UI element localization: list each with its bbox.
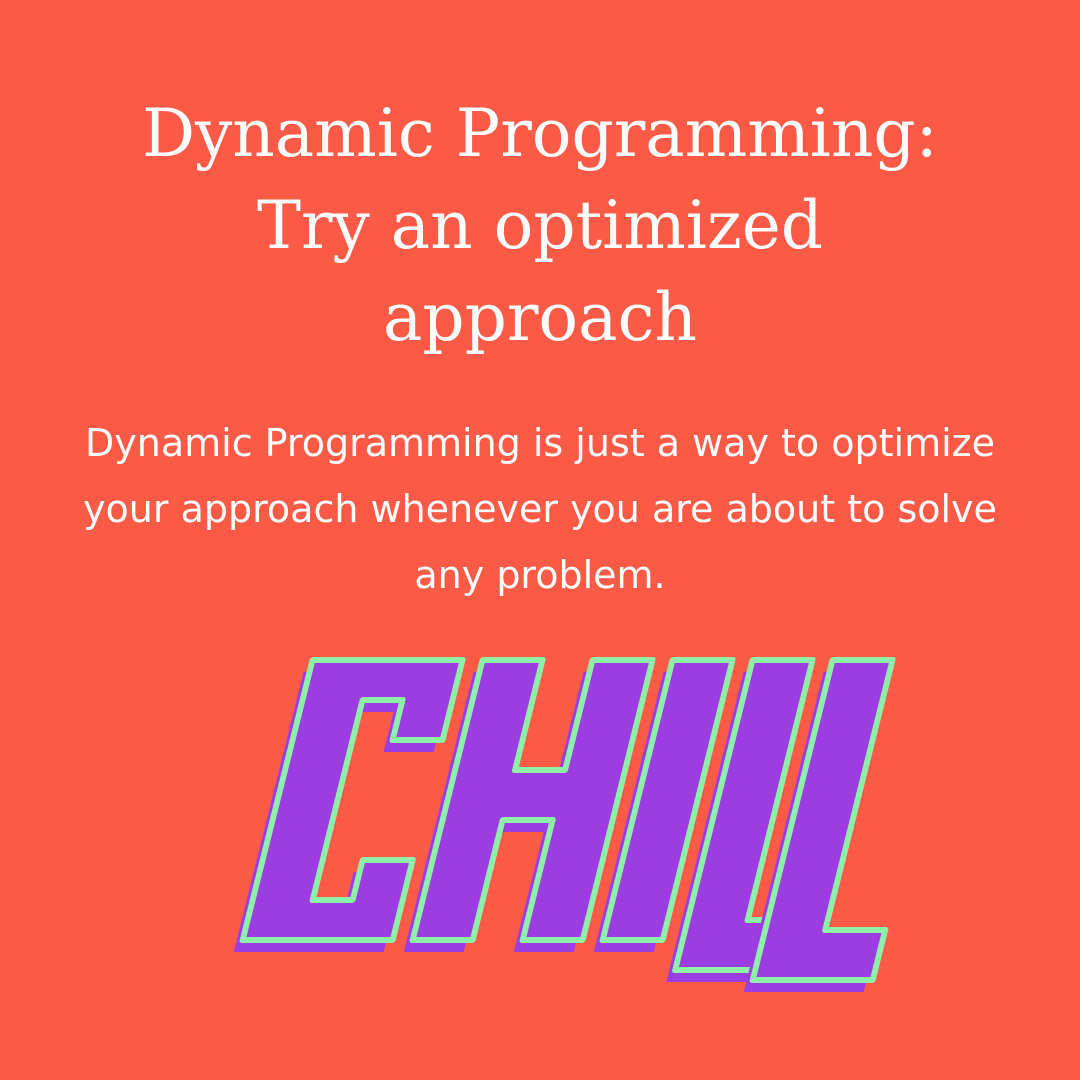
chill-logo-image (233, 657, 896, 992)
body-line-2: your approach whenever you are about to … (83, 487, 997, 531)
body-line-1: Dynamic Programming is just a way to opt… (85, 421, 995, 465)
title-line-3: approach (383, 279, 697, 356)
chill-graphic (190, 630, 910, 1050)
body-line-3: any problem. (414, 553, 666, 597)
title-line-2: Try an optimized (256, 187, 824, 264)
title-line-1: Dynamic Programming: (142, 95, 938, 172)
body-text: Dynamic Programming is just a way to opt… (0, 410, 1080, 608)
page-title: Dynamic Programming: Try an optimized ap… (0, 88, 1080, 364)
